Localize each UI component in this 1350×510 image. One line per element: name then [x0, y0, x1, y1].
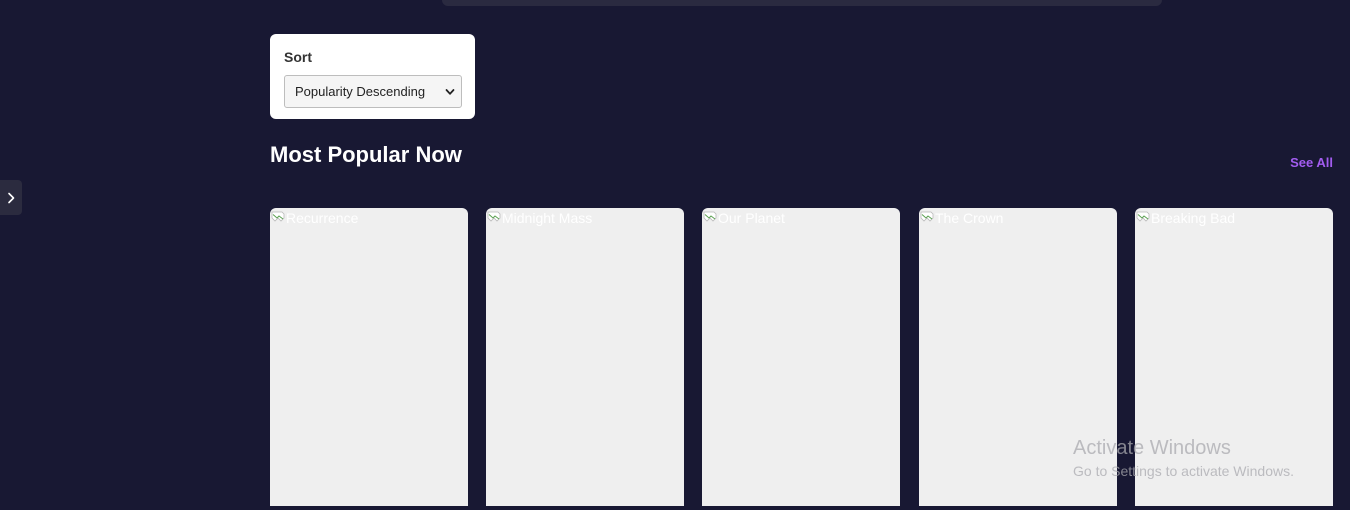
- broken-image-icon: [1136, 211, 1150, 222]
- broken-image-icon: [487, 211, 501, 222]
- broken-image-icon: [703, 211, 717, 222]
- poster-alt-text: Our Planet: [718, 210, 785, 226]
- movie-card[interactable]: Recurrence: [270, 208, 468, 506]
- sort-selected-value: Popularity Descending: [295, 84, 426, 99]
- poster-alt-text: Breaking Bad: [1151, 210, 1236, 226]
- broken-image-icon: [920, 211, 934, 222]
- sort-label: Sort: [284, 49, 312, 65]
- poster-alt-text: The Crown: [935, 210, 1004, 226]
- chevron-right-icon: [8, 192, 15, 203]
- movie-card[interactable]: The Crown: [919, 208, 1117, 506]
- poster-image: The Crown: [919, 210, 1003, 226]
- poster-alt-text: Midnight Mass: [502, 210, 593, 226]
- chevron-down-icon: [445, 88, 455, 95]
- poster-image: Recurrence: [270, 210, 358, 226]
- poster-image: Breaking Bad: [1135, 210, 1235, 226]
- movie-card[interactable]: Our Planet: [702, 208, 900, 506]
- sort-select[interactable]: Popularity Descending: [284, 75, 462, 108]
- poster-alt-text: Recurrence: [286, 210, 359, 226]
- poster-image: Our Planet: [702, 210, 785, 226]
- card-row: Recurrence Midnight Mass Our Planet The …: [270, 208, 1333, 510]
- section-title: Most Popular Now: [270, 142, 462, 167]
- poster-image: Midnight Mass: [486, 210, 592, 226]
- search-bar[interactable]: [442, 0, 1162, 6]
- broken-image-icon: [271, 211, 285, 222]
- sidebar-toggle-button[interactable]: [0, 180, 22, 215]
- sort-panel: Sort Popularity Descending: [270, 34, 475, 119]
- movie-card[interactable]: Midnight Mass: [486, 208, 684, 506]
- movie-card[interactable]: Breaking Bad: [1135, 208, 1333, 506]
- see-all-link[interactable]: See All: [1290, 155, 1333, 170]
